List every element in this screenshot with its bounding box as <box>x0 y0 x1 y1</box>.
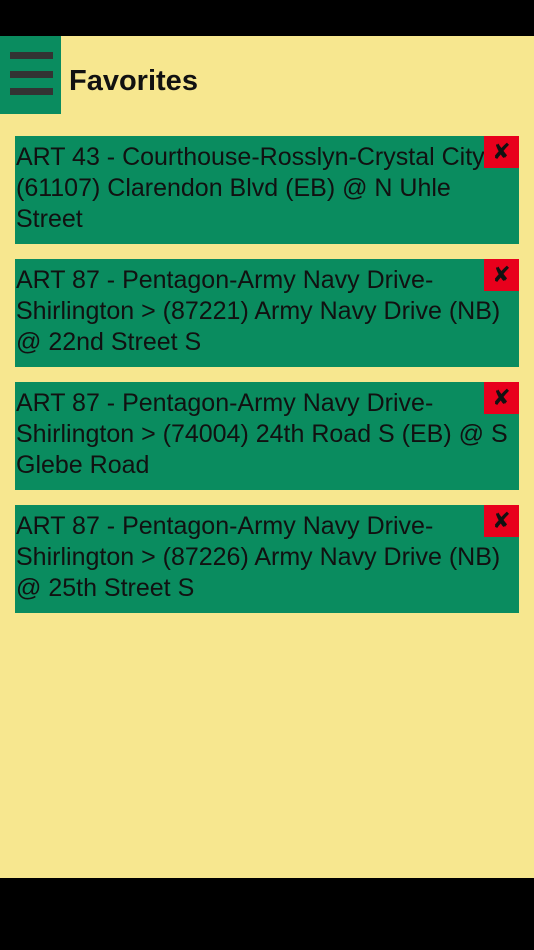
favorite-item-text: ART 43 - Courthouse-Rosslyn-Crystal City… <box>16 143 507 233</box>
status-bar <box>0 0 534 36</box>
favorite-item[interactable]: ART 87 - Pentagon-Army Navy Drive-Shirli… <box>15 259 519 367</box>
favorite-item[interactable]: ART 87 - Pentagon-Army Navy Drive-Shirli… <box>15 505 519 613</box>
delete-favorite-button[interactable]: ✘ <box>484 259 519 291</box>
favorite-item[interactable]: ART 87 - Pentagon-Army Navy Drive-Shirli… <box>15 382 519 490</box>
close-icon: ✘ <box>492 139 511 164</box>
favorite-item-text: ART 87 - Pentagon-Army Navy Drive-Shirli… <box>16 389 508 479</box>
delete-favorite-button[interactable]: ✘ <box>484 382 519 414</box>
hamburger-menu-icon <box>10 52 53 59</box>
app-screen: Favorites ART 43 - Courthouse-Rosslyn-Cr… <box>0 36 534 878</box>
menu-button[interactable] <box>0 36 61 114</box>
favorite-item-text: ART 87 - Pentagon-Army Navy Drive-Shirli… <box>16 266 501 356</box>
close-icon: ✘ <box>492 385 511 410</box>
navigation-bar <box>0 878 534 950</box>
favorite-item[interactable]: ART 43 - Courthouse-Rosslyn-Crystal City… <box>15 136 519 244</box>
delete-favorite-button[interactable]: ✘ <box>484 136 519 168</box>
delete-favorite-button[interactable]: ✘ <box>484 505 519 537</box>
favorites-list: ART 43 - Courthouse-Rosslyn-Crystal City… <box>15 136 519 628</box>
hamburger-menu-icon-bar <box>10 88 53 95</box>
page-title: Favorites <box>69 65 198 97</box>
favorite-item-text: ART 87 - Pentagon-Army Navy Drive-Shirli… <box>16 512 501 602</box>
close-icon: ✘ <box>492 262 511 287</box>
hamburger-menu-icon-bar <box>10 71 53 78</box>
close-icon: ✘ <box>492 508 511 533</box>
